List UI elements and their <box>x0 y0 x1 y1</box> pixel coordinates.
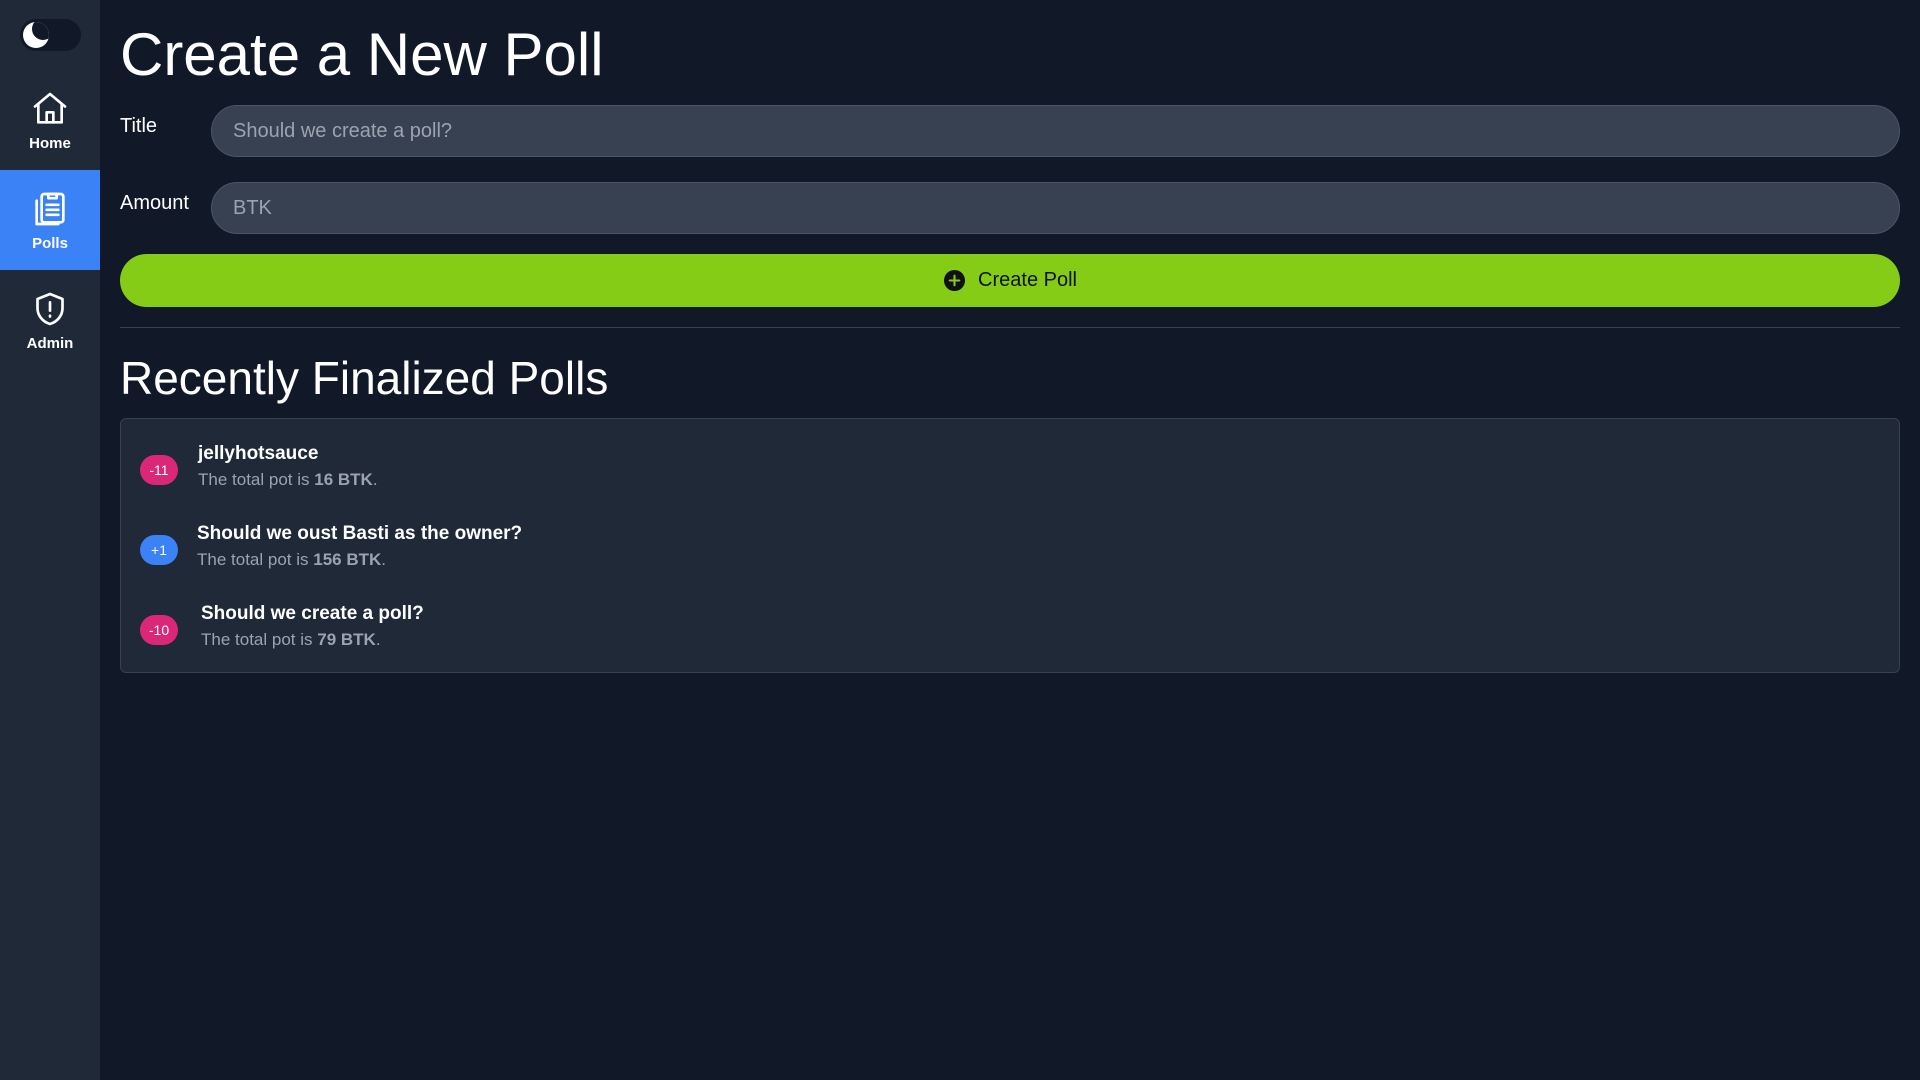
divider <box>120 327 1900 328</box>
moon-icon <box>23 22 49 48</box>
amount-row: Amount <box>120 182 1900 234</box>
vote-badge: +1 <box>140 535 178 565</box>
clipboard-icon <box>35 192 65 225</box>
sidebar-item-home[interactable]: Home <box>0 70 100 170</box>
title-row: Title <box>120 105 1900 157</box>
poll-pot: The total pot is 156 BTK. <box>197 550 386 569</box>
home-icon <box>33 92 67 124</box>
create-poll-label: Create Poll <box>978 269 1077 291</box>
vote-badge: -10 <box>140 615 178 645</box>
amount-input[interactable] <box>211 182 1900 234</box>
create-poll-button[interactable]: Create Poll <box>120 254 1900 307</box>
sidebar: Home Polls Admin <box>0 0 100 1080</box>
title-label: Title <box>120 115 158 137</box>
plus-circle-icon <box>943 269 966 292</box>
sidebar-item-label: Admin <box>26 334 74 352</box>
poll-list: -11 jellyhotsauce The total pot is 16 BT… <box>120 418 1900 673</box>
title-input[interactable] <box>211 105 1900 157</box>
sidebar-item-polls[interactable]: Polls <box>0 170 100 270</box>
amount-label: Amount <box>120 192 189 214</box>
poll-title: Should we create a poll? <box>201 603 424 624</box>
page-title: Create a New Poll <box>120 21 604 88</box>
theme-toggle[interactable] <box>20 19 81 51</box>
list-item[interactable]: -11 jellyhotsauce The total pot is 16 BT… <box>140 441 1840 501</box>
list-item[interactable]: -10 Should we create a poll? The total p… <box>140 601 1840 661</box>
sidebar-item-label: Home <box>29 134 71 152</box>
main-content: Create a New Poll Title Amount Create Po… <box>120 0 1900 1080</box>
poll-pot: The total pot is 79 BTK. <box>201 630 381 649</box>
sidebar-item-label: Polls <box>32 234 68 252</box>
poll-title: jellyhotsauce <box>198 443 319 464</box>
poll-title: Should we oust Basti as the owner? <box>197 523 523 544</box>
sidebar-item-admin[interactable]: Admin <box>0 270 100 370</box>
shield-alert-icon <box>36 292 64 325</box>
list-item[interactable]: +1 Should we oust Basti as the owner? Th… <box>140 521 1840 581</box>
poll-pot: The total pot is 16 BTK. <box>198 470 378 489</box>
section-title: Recently Finalized Polls <box>120 352 609 404</box>
vote-badge: -11 <box>140 455 178 485</box>
